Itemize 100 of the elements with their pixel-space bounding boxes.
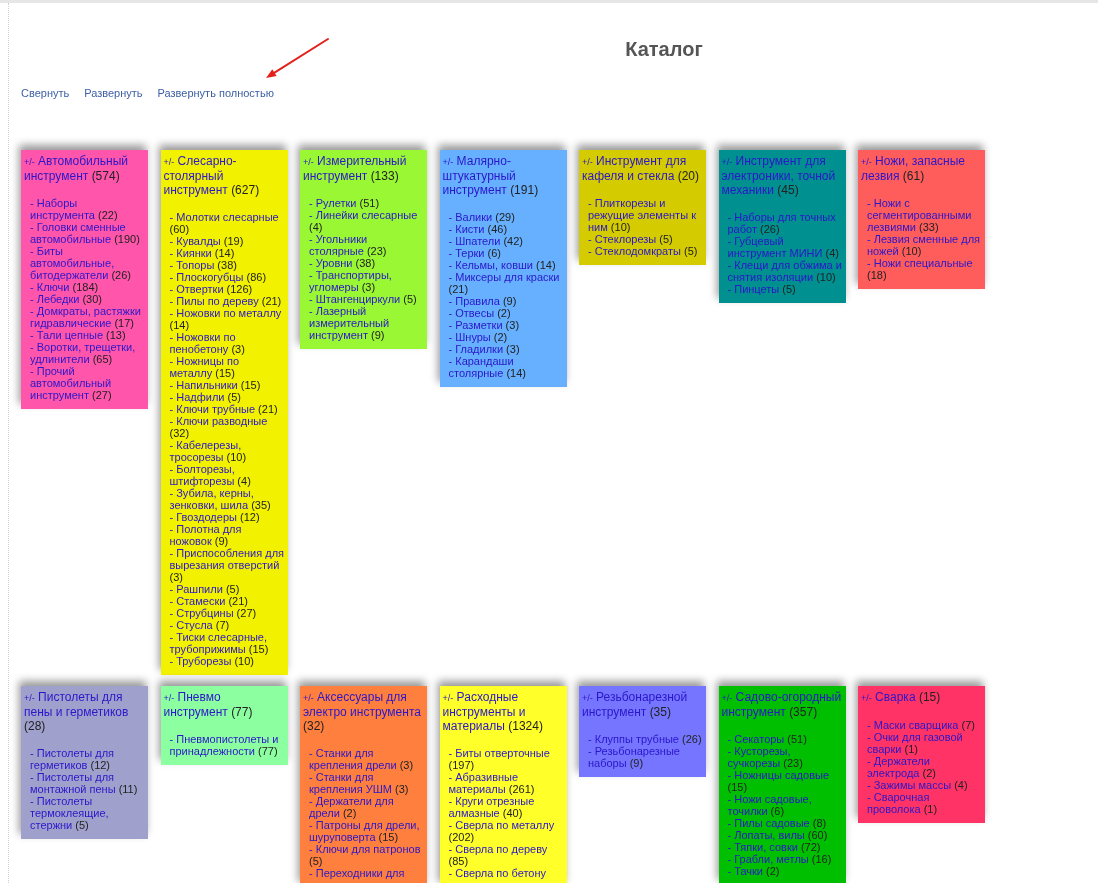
subcategory-link[interactable]: - Полотна для ножовок (9) bbox=[169, 523, 285, 547]
subcategory-link[interactable]: - Гвоздодеры (12) bbox=[169, 511, 285, 523]
category-heading-link[interactable]: +/- Расходные инструменты и материалы (1324) bbox=[442, 690, 564, 733]
subcategory-link[interactable]: - Разметки (3) bbox=[448, 319, 564, 331]
category-heading-link[interactable]: +/- Измерительный инструмент (133) bbox=[303, 154, 424, 183]
subcategory-link[interactable]: - Патроны для дрели, шуруповерта (15) bbox=[309, 819, 424, 843]
subcategory-link[interactable]: - Ключи трубные (21) bbox=[169, 403, 285, 415]
subcategory-link[interactable]: - Прочий автомобильный инструмент (27) bbox=[30, 365, 145, 401]
subcategory-link[interactable]: - Ножи садовые, точилки (6) bbox=[727, 793, 843, 817]
category-heading-link[interactable]: +/- Инструмент для кафеля и стекла (20) bbox=[582, 154, 703, 183]
subcategory-link[interactable]: - Шпатели (42) bbox=[448, 235, 564, 247]
subcategory-link[interactable]: - Струбцины (27) bbox=[169, 607, 285, 619]
subcategory-link[interactable]: - Отвесы (2) bbox=[448, 307, 564, 319]
subcategory-link[interactable]: - Кусторезы, сучкорезы (23) bbox=[727, 745, 843, 769]
category-heading-link[interactable]: +/- Автомобильный инструмент (574) bbox=[24, 154, 145, 183]
subcategory-link[interactable]: - Рулетки (51) bbox=[309, 197, 424, 209]
subcategory-link[interactable]: - Миксеры для краски (21) bbox=[448, 271, 564, 295]
subcategory-link[interactable]: - Гладилки (3) bbox=[448, 343, 564, 355]
subcategory-link[interactable]: - Плиткорезы и режущие элементы к ним (10) bbox=[588, 197, 703, 233]
action-link[interactable]: Свернуть bbox=[21, 87, 70, 100]
action-link[interactable]: Развернуть полностью bbox=[157, 87, 274, 100]
subcategory-link[interactable]: - Валики (29) bbox=[448, 211, 564, 223]
subcategory-link[interactable]: - Ключи (184) bbox=[30, 281, 145, 293]
subcategory-link[interactable]: - Пистолеты термоклеящие, стержни (5) bbox=[30, 795, 145, 831]
subcategory-link[interactable]: - Кабелерезы, тросорезы (10) bbox=[169, 439, 285, 463]
subcategory-link[interactable]: - Домкраты, растяжки гидравлические (17) bbox=[30, 305, 145, 329]
subcategory-link[interactable]: - Пистолеты для герметиков (12) bbox=[30, 747, 145, 771]
category-heading-link[interactable]: +/- Пневмо инструмент (77) bbox=[163, 690, 285, 719]
subcategory-link[interactable]: - Уровни (38) bbox=[309, 257, 424, 269]
subcategory-link[interactable]: - Надфили (5) bbox=[169, 391, 285, 403]
subcategory-link[interactable]: - Правила (9) bbox=[448, 295, 564, 307]
subcategory-link[interactable]: - Ножницы по металлу (15) bbox=[169, 355, 285, 379]
category-heading-link[interactable]: +/- Резьбонарезной инструмент (35) bbox=[582, 690, 703, 719]
category-heading-link[interactable]: +/- Аксессуары для электро инструмента (32) bbox=[303, 690, 424, 733]
subcategory-link[interactable]: - Секаторы (51) bbox=[727, 733, 843, 745]
subcategory-link[interactable]: - Труборезы (10) bbox=[169, 655, 285, 667]
subcategory-link[interactable]: - Сверла по металлу (202) bbox=[448, 819, 564, 843]
category-heading-link[interactable]: +/- Слесарно-столярный инструмент (627) bbox=[163, 154, 285, 197]
category-heading-link[interactable]: +/- Садово-огородный инструмент (357) bbox=[721, 690, 843, 719]
subcategory-link[interactable]: - Приспособления для вырезания отверстий (3) bbox=[169, 547, 285, 583]
subcategory-link[interactable]: - Пинцеты (5) bbox=[727, 283, 843, 295]
subcategory-link[interactable]: - Стусла (7) bbox=[169, 619, 285, 631]
subcategory-link[interactable]: - Штангенциркули (5) bbox=[309, 293, 424, 305]
category-heading-link[interactable]: +/- Пистолеты для пены и герметиков (28) bbox=[24, 690, 145, 733]
subcategory-link[interactable]: - Клещи для обжима и снятия изоляции (10) bbox=[727, 259, 843, 283]
subcategory-link[interactable]: - Ножовки по пенобетону (3) bbox=[169, 331, 285, 355]
subcategory-link[interactable]: - Переходники для bbox=[309, 867, 424, 879]
subcategory-link[interactable]: - Лебедки (30) bbox=[30, 293, 145, 305]
subcategory-link[interactable]: - Пистолеты для монтажной пены (11) bbox=[30, 771, 145, 795]
subcategory-link[interactable]: - Ключи разводные (32) bbox=[169, 415, 285, 439]
subcategory-link[interactable]: - Лопаты, вилы (60) bbox=[727, 829, 843, 841]
subcategory-link[interactable]: - Сварочная проволока (1) bbox=[867, 791, 982, 815]
subcategory-link[interactable]: - Зажимы массы (4) bbox=[867, 779, 982, 791]
subcategory-link[interactable]: - Биты автомобильные, битодержатели (26) bbox=[30, 245, 145, 281]
subcategory-link[interactable]: - Губцевый инструмент МИНИ (4) bbox=[727, 235, 843, 259]
subcategory-link[interactable]: - Рашпили (5) bbox=[169, 583, 285, 595]
subcategory-link[interactable]: - Держатели для дрели (2) bbox=[309, 795, 424, 819]
subcategory-link[interactable]: - Тяпки, совки (72) bbox=[727, 841, 843, 853]
subcategory-link[interactable]: - Воротки, трещетки, удлинители (65) bbox=[30, 341, 145, 365]
subcategory-link[interactable]: - Головки сменные автомобильные (190) bbox=[30, 221, 145, 245]
subcategory-link[interactable]: - Шнуры (2) bbox=[448, 331, 564, 343]
subcategory-link[interactable]: - Грабли, метлы (16) bbox=[727, 853, 843, 865]
subcategory-link[interactable]: - Ключи для патронов (5) bbox=[309, 843, 424, 867]
subcategory-link[interactable]: - Киянки (14) bbox=[169, 247, 285, 259]
subcategory-link[interactable]: - Молотки слесарные (60) bbox=[169, 211, 285, 235]
subcategory-link[interactable]: - Терки (6) bbox=[448, 247, 564, 259]
subcategory-link[interactable]: - Отвертки (126) bbox=[169, 283, 285, 295]
subcategory-link[interactable]: - Тали цепные (13) bbox=[30, 329, 145, 341]
subcategory-link[interactable]: - Стеклодомкраты (5) bbox=[588, 245, 703, 257]
category-heading-link[interactable]: +/- Ножи, запасные лезвия (61) bbox=[861, 154, 982, 183]
category-heading-link[interactable]: +/- Сварка (15) bbox=[861, 690, 982, 705]
category-heading-link[interactable]: +/- Малярно-штукатурный инструмент (191) bbox=[442, 154, 564, 197]
subcategory-link[interactable]: - Сверла по бетону bbox=[448, 867, 564, 879]
action-link[interactable]: Развернуть bbox=[84, 87, 143, 100]
subcategory-link[interactable]: - Стеклорезы (5) bbox=[588, 233, 703, 245]
subcategory-link[interactable]: - Пилы по дереву (21) bbox=[169, 295, 285, 307]
subcategory-link[interactable]: - Ножи с сегментированными лезвиями (33) bbox=[867, 197, 982, 233]
subcategory-link[interactable]: - Кувалды (19) bbox=[169, 235, 285, 247]
subcategory-link[interactable]: - Маски сварщика (7) bbox=[867, 719, 982, 731]
subcategory-link[interactable]: - Стамески (21) bbox=[169, 595, 285, 607]
subcategory-link[interactable]: - Лазерный измерительный инструмент (9) bbox=[309, 305, 424, 341]
subcategory-link[interactable]: - Линейки слесарные (4) bbox=[309, 209, 424, 233]
subcategory-link[interactable]: - Круги отрезные алмазные (40) bbox=[448, 795, 564, 819]
subcategory-link[interactable]: - Держатели электрода (2) bbox=[867, 755, 982, 779]
subcategory-link[interactable]: - Ножи специальные (18) bbox=[867, 257, 982, 281]
subcategory-link[interactable]: - Очки для газовой сварки (1) bbox=[867, 731, 982, 755]
subcategory-link[interactable]: - Зубила, керны, зенковки, шила (35) bbox=[169, 487, 285, 511]
subcategory-link[interactable]: - Биты отверточные (197) bbox=[448, 747, 564, 771]
subcategory-link[interactable]: - Напильники (15) bbox=[169, 379, 285, 391]
subcategory-link[interactable]: - Наборы инструмента (22) bbox=[30, 197, 145, 221]
subcategory-link[interactable]: - Угольники столярные (23) bbox=[309, 233, 424, 257]
subcategory-link[interactable]: - Резьбонарезные наборы (9) bbox=[588, 745, 703, 769]
subcategory-link[interactable]: - Кисти (46) bbox=[448, 223, 564, 235]
subcategory-link[interactable]: - Болторезы, штифторезы (4) bbox=[169, 463, 285, 487]
subcategory-link[interactable]: - Станки для крепления УШМ (3) bbox=[309, 771, 424, 795]
subcategory-link[interactable]: - Лезвия сменные для ножей (10) bbox=[867, 233, 982, 257]
subcategory-link[interactable]: - Ножовки по металлу (14) bbox=[169, 307, 285, 331]
subcategory-link[interactable]: - Тиски слесарные, трубоприжимы (15) bbox=[169, 631, 285, 655]
subcategory-link[interactable]: - Пилы садовые (8) bbox=[727, 817, 843, 829]
subcategory-link[interactable]: - Пневмопистолеты и принадлежности (77) bbox=[169, 733, 285, 757]
